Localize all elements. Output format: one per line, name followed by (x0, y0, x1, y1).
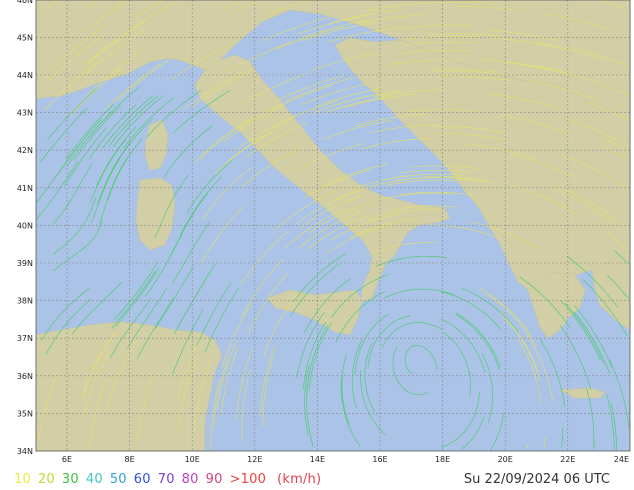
lon-label: 16E (372, 455, 387, 464)
legend-item: 70 (157, 472, 175, 487)
lat-label: 46N (17, 0, 33, 5)
lat-label: 43N (17, 109, 33, 118)
latitude-labels: 34N 35N 36N 37N 38N 39N 40N 41N 42N 43N 44N 45N 46N (17, 0, 33, 456)
legend-item: 80 (181, 472, 199, 487)
legend-item: 60 (133, 472, 151, 487)
lat-label: 36N (17, 372, 33, 381)
legend-item: >100 (229, 472, 267, 487)
lat-label: 38N (17, 297, 33, 306)
lat-label: 40N (17, 221, 33, 230)
lat-label: 41N (17, 184, 33, 193)
wind-streamline-map: 34N35N36N37N38N39N40N41N42N43N44N45N46N … (17, 0, 631, 464)
lon-label: 8E (125, 455, 135, 464)
lat-label: 37N (17, 334, 33, 343)
longitude-labels: 6E 8E 10E 12E 14E 16E 18E 20E 22E 24E (62, 455, 629, 464)
north-africa (35, 321, 223, 452)
legend-item: 50 (109, 472, 127, 487)
lon-label: 22E (560, 455, 575, 464)
lon-label: 24E (614, 455, 629, 464)
lat-label: 39N (17, 259, 33, 268)
legend-item: 20 (37, 472, 55, 487)
lon-label: 20E (498, 455, 513, 464)
wind-speed-legend: 10 20 30 40 50 60 70 80 90 >100 (km/h) (14, 472, 328, 487)
legend-item: 10 (14, 472, 31, 487)
lon-label: 10E (185, 455, 200, 464)
lat-label: 34N (17, 447, 33, 456)
legend-item: 40 (85, 472, 103, 487)
lat-label: 35N (17, 409, 33, 418)
legend-item: 30 (61, 472, 79, 487)
lon-label: 14E (310, 455, 325, 464)
lon-label: 18E (435, 455, 450, 464)
lat-label: 44N (17, 71, 33, 80)
legend-item: 90 (205, 472, 223, 487)
valid-time: Su 22/09/2024 06 UTC (463, 472, 610, 487)
legend-unit: (km/h) (277, 472, 322, 487)
lon-label: 6E (62, 455, 72, 464)
lon-label: 12E (247, 455, 262, 464)
lat-label: 45N (17, 33, 33, 42)
lat-label: 42N (17, 146, 33, 155)
